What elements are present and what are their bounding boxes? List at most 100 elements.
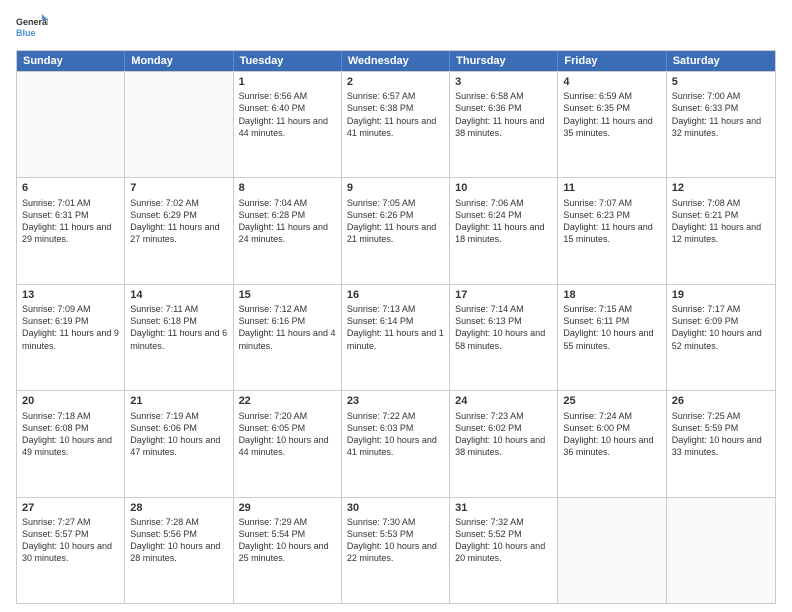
- cell-info: Sunrise: 7:32 AMSunset: 5:52 PMDaylight:…: [455, 516, 552, 565]
- cal-cell: 5Sunrise: 7:00 AMSunset: 6:33 PMDaylight…: [667, 72, 775, 177]
- cal-cell: 3Sunrise: 6:58 AMSunset: 6:36 PMDaylight…: [450, 72, 558, 177]
- cal-cell: 21 Sunrise: 7:19 AMSunset: 6:06 PMDayligh…: [125, 391, 233, 496]
- cell-info: Sunrise: 7:11 AMSunset: 6:18 PMDaylight:…: [130, 303, 227, 352]
- cell-info: Sunrise: 6:56 AMSunset: 6:40 PMDaylight:…: [239, 90, 336, 139]
- week-row-4: 20Sunrise: 7:18 AMSunset: 6:08 PMDayligh…: [17, 390, 775, 496]
- week-row-3: 13Sunrise: 7:09 AMSunset: 6:19 PMDayligh…: [17, 284, 775, 390]
- cal-cell: 22 Sunrise: 7:20 AMSunset: 6:05 PMDayligh…: [234, 391, 342, 496]
- cell-info: Sunrise: 7:01 AMSunset: 6:31 PMDaylight:…: [22, 197, 119, 246]
- header: General Blue: [16, 12, 776, 44]
- day-number: 29: [239, 501, 336, 515]
- svg-text:Blue: Blue: [16, 28, 36, 38]
- day-number: 12: [672, 181, 770, 195]
- day-number: 2: [347, 75, 444, 89]
- cal-cell: 20Sunrise: 7:18 AMSunset: 6:08 PMDayligh…: [17, 391, 125, 496]
- cal-cell: [667, 498, 775, 603]
- day-number: 3: [455, 75, 552, 89]
- day-number: 13: [22, 288, 119, 302]
- logo-svg: General Blue: [16, 12, 48, 44]
- day-number: 7: [130, 181, 227, 195]
- day-number: 25: [563, 394, 660, 408]
- logo: General Blue: [16, 12, 48, 44]
- cal-cell: 18Sunrise: 7:15 AMSunset: 6:11 PMDayligh…: [558, 285, 666, 390]
- cell-info: Sunrise: 7:17 AMSunset: 6:09 PMDaylight:…: [672, 303, 770, 352]
- day-number: 31: [455, 501, 552, 515]
- cell-info: Sunrise: 7:15 AMSunset: 6:11 PMDaylight:…: [563, 303, 660, 352]
- cell-info: Sunrise: 7:04 AMSunset: 6:28 PMDaylight:…: [239, 197, 336, 246]
- day-number: 26: [672, 394, 770, 408]
- cell-info: Sunrise: 7:06 AMSunset: 6:24 PMDaylight:…: [455, 197, 552, 246]
- cal-cell: 4Sunrise: 6:59 AMSunset: 6:35 PMDaylight…: [558, 72, 666, 177]
- cell-info: Sunrise: 7:20 AMSunset: 6:05 PMDaylight:…: [239, 410, 336, 459]
- day-number: 24: [455, 394, 552, 408]
- cell-info: Sunrise: 7:08 AMSunset: 6:21 PMDaylight:…: [672, 197, 770, 246]
- cell-info: Sunrise: 7:12 AMSunset: 6:16 PMDaylight:…: [239, 303, 336, 352]
- cell-info: Sunrise: 7:28 AMSunset: 5:56 PMDaylight:…: [130, 516, 227, 565]
- week-row-2: 6 Sunrise: 7:01 AMSunset: 6:31 PMDaylight…: [17, 177, 775, 283]
- cal-cell: 24 Sunrise: 7:23 AMSunset: 6:02 PMDayligh…: [450, 391, 558, 496]
- header-day-friday: Friday: [558, 51, 666, 71]
- day-number: 15: [239, 288, 336, 302]
- day-number: 8: [239, 181, 336, 195]
- day-number: 27: [22, 501, 119, 515]
- day-number: 10: [455, 181, 552, 195]
- day-number: 6: [22, 181, 119, 195]
- cell-info: Sunrise: 7:00 AMSunset: 6:33 PMDaylight:…: [672, 90, 770, 139]
- cell-info: Sunrise: 6:59 AMSunset: 6:35 PMDaylight:…: [563, 90, 660, 139]
- day-number: 5: [672, 75, 770, 89]
- cal-cell: 15Sunrise: 7:12 AMSunset: 6:16 PMDayligh…: [234, 285, 342, 390]
- cal-cell: [17, 72, 125, 177]
- cell-info: Sunrise: 7:02 AMSunset: 6:29 PMDaylight:…: [130, 197, 227, 246]
- cal-cell: 8 Sunrise: 7:04 AMSunset: 6:28 PMDaylight…: [234, 178, 342, 283]
- cal-cell: 25Sunrise: 7:24 AMSunset: 6:00 PMDayligh…: [558, 391, 666, 496]
- header-day-wednesday: Wednesday: [342, 51, 450, 71]
- cell-info: Sunrise: 7:23 AMSunset: 6:02 PMDaylight:…: [455, 410, 552, 459]
- cal-cell: 9Sunrise: 7:05 AMSunset: 6:26 PMDaylight…: [342, 178, 450, 283]
- day-number: 16: [347, 288, 444, 302]
- cal-cell: 26 Sunrise: 7:25 AMSunset: 5:59 PMDayligh…: [667, 391, 775, 496]
- week-row-5: 27Sunrise: 7:27 AMSunset: 5:57 PMDayligh…: [17, 497, 775, 603]
- day-number: 14: [130, 288, 227, 302]
- cal-cell: 1Sunrise: 6:56 AMSunset: 6:40 PMDaylight…: [234, 72, 342, 177]
- cal-cell: 16Sunrise: 7:13 AMSunset: 6:14 PMDayligh…: [342, 285, 450, 390]
- cal-cell: 10 Sunrise: 7:06 AMSunset: 6:24 PMDayligh…: [450, 178, 558, 283]
- cell-info: Sunrise: 7:05 AMSunset: 6:26 PMDaylight:…: [347, 197, 444, 246]
- day-number: 21: [130, 394, 227, 408]
- cell-info: Sunrise: 7:29 AMSunset: 5:54 PMDaylight:…: [239, 516, 336, 565]
- header-day-monday: Monday: [125, 51, 233, 71]
- cell-info: Sunrise: 7:07 AMSunset: 6:23 PMDaylight:…: [563, 197, 660, 246]
- cal-cell: 19Sunrise: 7:17 AMSunset: 6:09 PMDayligh…: [667, 285, 775, 390]
- calendar: SundayMondayTuesdayWednesdayThursdayFrid…: [16, 50, 776, 604]
- cell-info: Sunrise: 7:30 AMSunset: 5:53 PMDaylight:…: [347, 516, 444, 565]
- cal-cell: 30Sunrise: 7:30 AMSunset: 5:53 PMDayligh…: [342, 498, 450, 603]
- day-number: 17: [455, 288, 552, 302]
- cal-cell: 12 Sunrise: 7:08 AMSunset: 6:21 PMDayligh…: [667, 178, 775, 283]
- cal-cell: [125, 72, 233, 177]
- cell-info: Sunrise: 7:09 AMSunset: 6:19 PMDaylight:…: [22, 303, 119, 352]
- cal-cell: 27Sunrise: 7:27 AMSunset: 5:57 PMDayligh…: [17, 498, 125, 603]
- cell-info: Sunrise: 7:14 AMSunset: 6:13 PMDaylight:…: [455, 303, 552, 352]
- header-day-tuesday: Tuesday: [234, 51, 342, 71]
- day-number: 11: [563, 181, 660, 195]
- header-day-thursday: Thursday: [450, 51, 558, 71]
- day-number: 4: [563, 75, 660, 89]
- cell-info: Sunrise: 7:13 AMSunset: 6:14 PMDaylight:…: [347, 303, 444, 352]
- cell-info: Sunrise: 6:57 AMSunset: 6:38 PMDaylight:…: [347, 90, 444, 139]
- cell-info: Sunrise: 7:19 AMSunset: 6:06 PMDaylight:…: [130, 410, 227, 459]
- cell-info: Sunrise: 7:27 AMSunset: 5:57 PMDaylight:…: [22, 516, 119, 565]
- day-number: 22: [239, 394, 336, 408]
- header-day-saturday: Saturday: [667, 51, 775, 71]
- cell-info: Sunrise: 7:22 AMSunset: 6:03 PMDaylight:…: [347, 410, 444, 459]
- cal-cell: 6 Sunrise: 7:01 AMSunset: 6:31 PMDaylight…: [17, 178, 125, 283]
- cell-info: Sunrise: 7:25 AMSunset: 5:59 PMDaylight:…: [672, 410, 770, 459]
- week-row-1: 1Sunrise: 6:56 AMSunset: 6:40 PMDaylight…: [17, 71, 775, 177]
- day-number: 19: [672, 288, 770, 302]
- cal-cell: 2Sunrise: 6:57 AMSunset: 6:38 PMDaylight…: [342, 72, 450, 177]
- cal-cell: 7 Sunrise: 7:02 AMSunset: 6:29 PMDaylight…: [125, 178, 233, 283]
- calendar-header: SundayMondayTuesdayWednesdayThursdayFrid…: [17, 51, 775, 71]
- cal-cell: 13Sunrise: 7:09 AMSunset: 6:19 PMDayligh…: [17, 285, 125, 390]
- cal-cell: 31Sunrise: 7:32 AMSunset: 5:52 PMDayligh…: [450, 498, 558, 603]
- cal-cell: 23Sunrise: 7:22 AMSunset: 6:03 PMDayligh…: [342, 391, 450, 496]
- cal-cell: 17Sunrise: 7:14 AMSunset: 6:13 PMDayligh…: [450, 285, 558, 390]
- day-number: 1: [239, 75, 336, 89]
